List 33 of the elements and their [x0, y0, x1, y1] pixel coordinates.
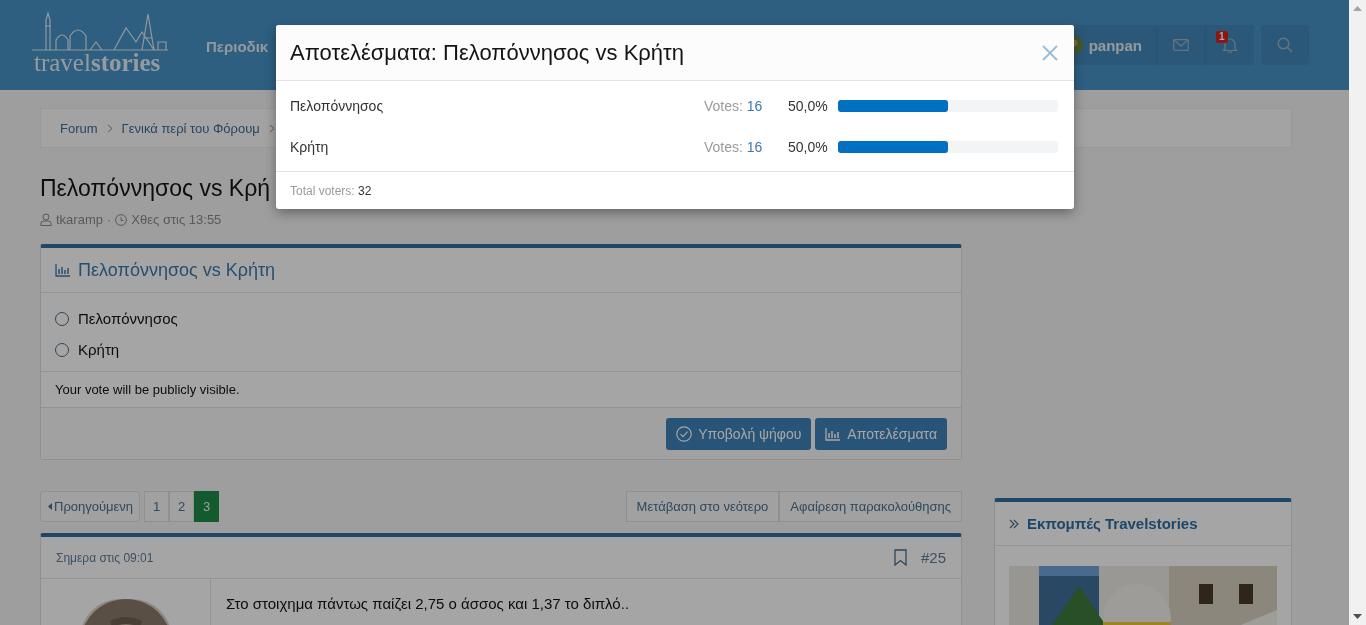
logo-wordmark[interactable]: travelstories: [34, 52, 161, 74]
thread-action-button[interactable]: Μετάβαση στο νεότερο: [625, 491, 780, 522]
post-number-link[interactable]: #25: [920, 549, 946, 566]
results-button[interactable]: Αποτελέσματα: [815, 418, 947, 450]
thread-action-button[interactable]: Αφαίρεση παρακολούθησης: [779, 491, 962, 522]
result-option: Πελοπόννησος: [290, 97, 704, 114]
post-time: Σημερα στις 09:01: [56, 550, 154, 565]
vote-percentage: 50,0%: [788, 138, 829, 155]
separator-dot: ·: [106, 212, 112, 227]
author-link[interactable]: tkaramp: [56, 212, 103, 227]
option-label[interactable]: Πελοπόννησος: [78, 310, 178, 327]
vote-percentage: 50,0%: [788, 97, 829, 114]
post-text: Στο στοιχημα πάντως παίζει 2,75 ο άσσος και 1,37 το διπλό..: [226, 595, 630, 612]
poll-title: Πελοπόννησος vs Κρήτη: [78, 259, 276, 281]
previous-page-button[interactable]: Προηγούμενη: [40, 491, 141, 522]
total-voters: Total voters: 32: [290, 184, 372, 198]
notification-badge: 1: [1216, 31, 1228, 43]
vote-count: Votes: 16: [704, 97, 764, 114]
breadcrumb-link[interactable]: Forum: [60, 120, 98, 136]
dialog-title: Αποτελέσματα: Πελοπόννησος vs Κρήτη: [290, 39, 685, 66]
page-button[interactable]: 2: [169, 491, 195, 522]
vote-button[interactable]: Υποβολή ψήφου: [666, 418, 812, 450]
page-button[interactable]: 3: [194, 491, 220, 522]
page-button[interactable]: 1: [144, 491, 170, 522]
widget-title: Εκπομπές Travelstories: [1027, 515, 1198, 532]
post-date: Χθες στις 13:55: [131, 212, 222, 227]
vote-count: Votes: 16: [704, 138, 764, 155]
thread-title: Πελοπόννησος vs Κρή: [40, 174, 270, 202]
result-option: Κρήτη: [290, 138, 704, 155]
nav-link[interactable]: Περιοδικ: [206, 37, 269, 55]
breadcrumb-link[interactable]: Γενικά περί του Φόρουμ: [121, 120, 260, 136]
notifications-button[interactable]: 1: [1205, 25, 1254, 65]
option-label[interactable]: Κρήτη: [78, 341, 120, 358]
